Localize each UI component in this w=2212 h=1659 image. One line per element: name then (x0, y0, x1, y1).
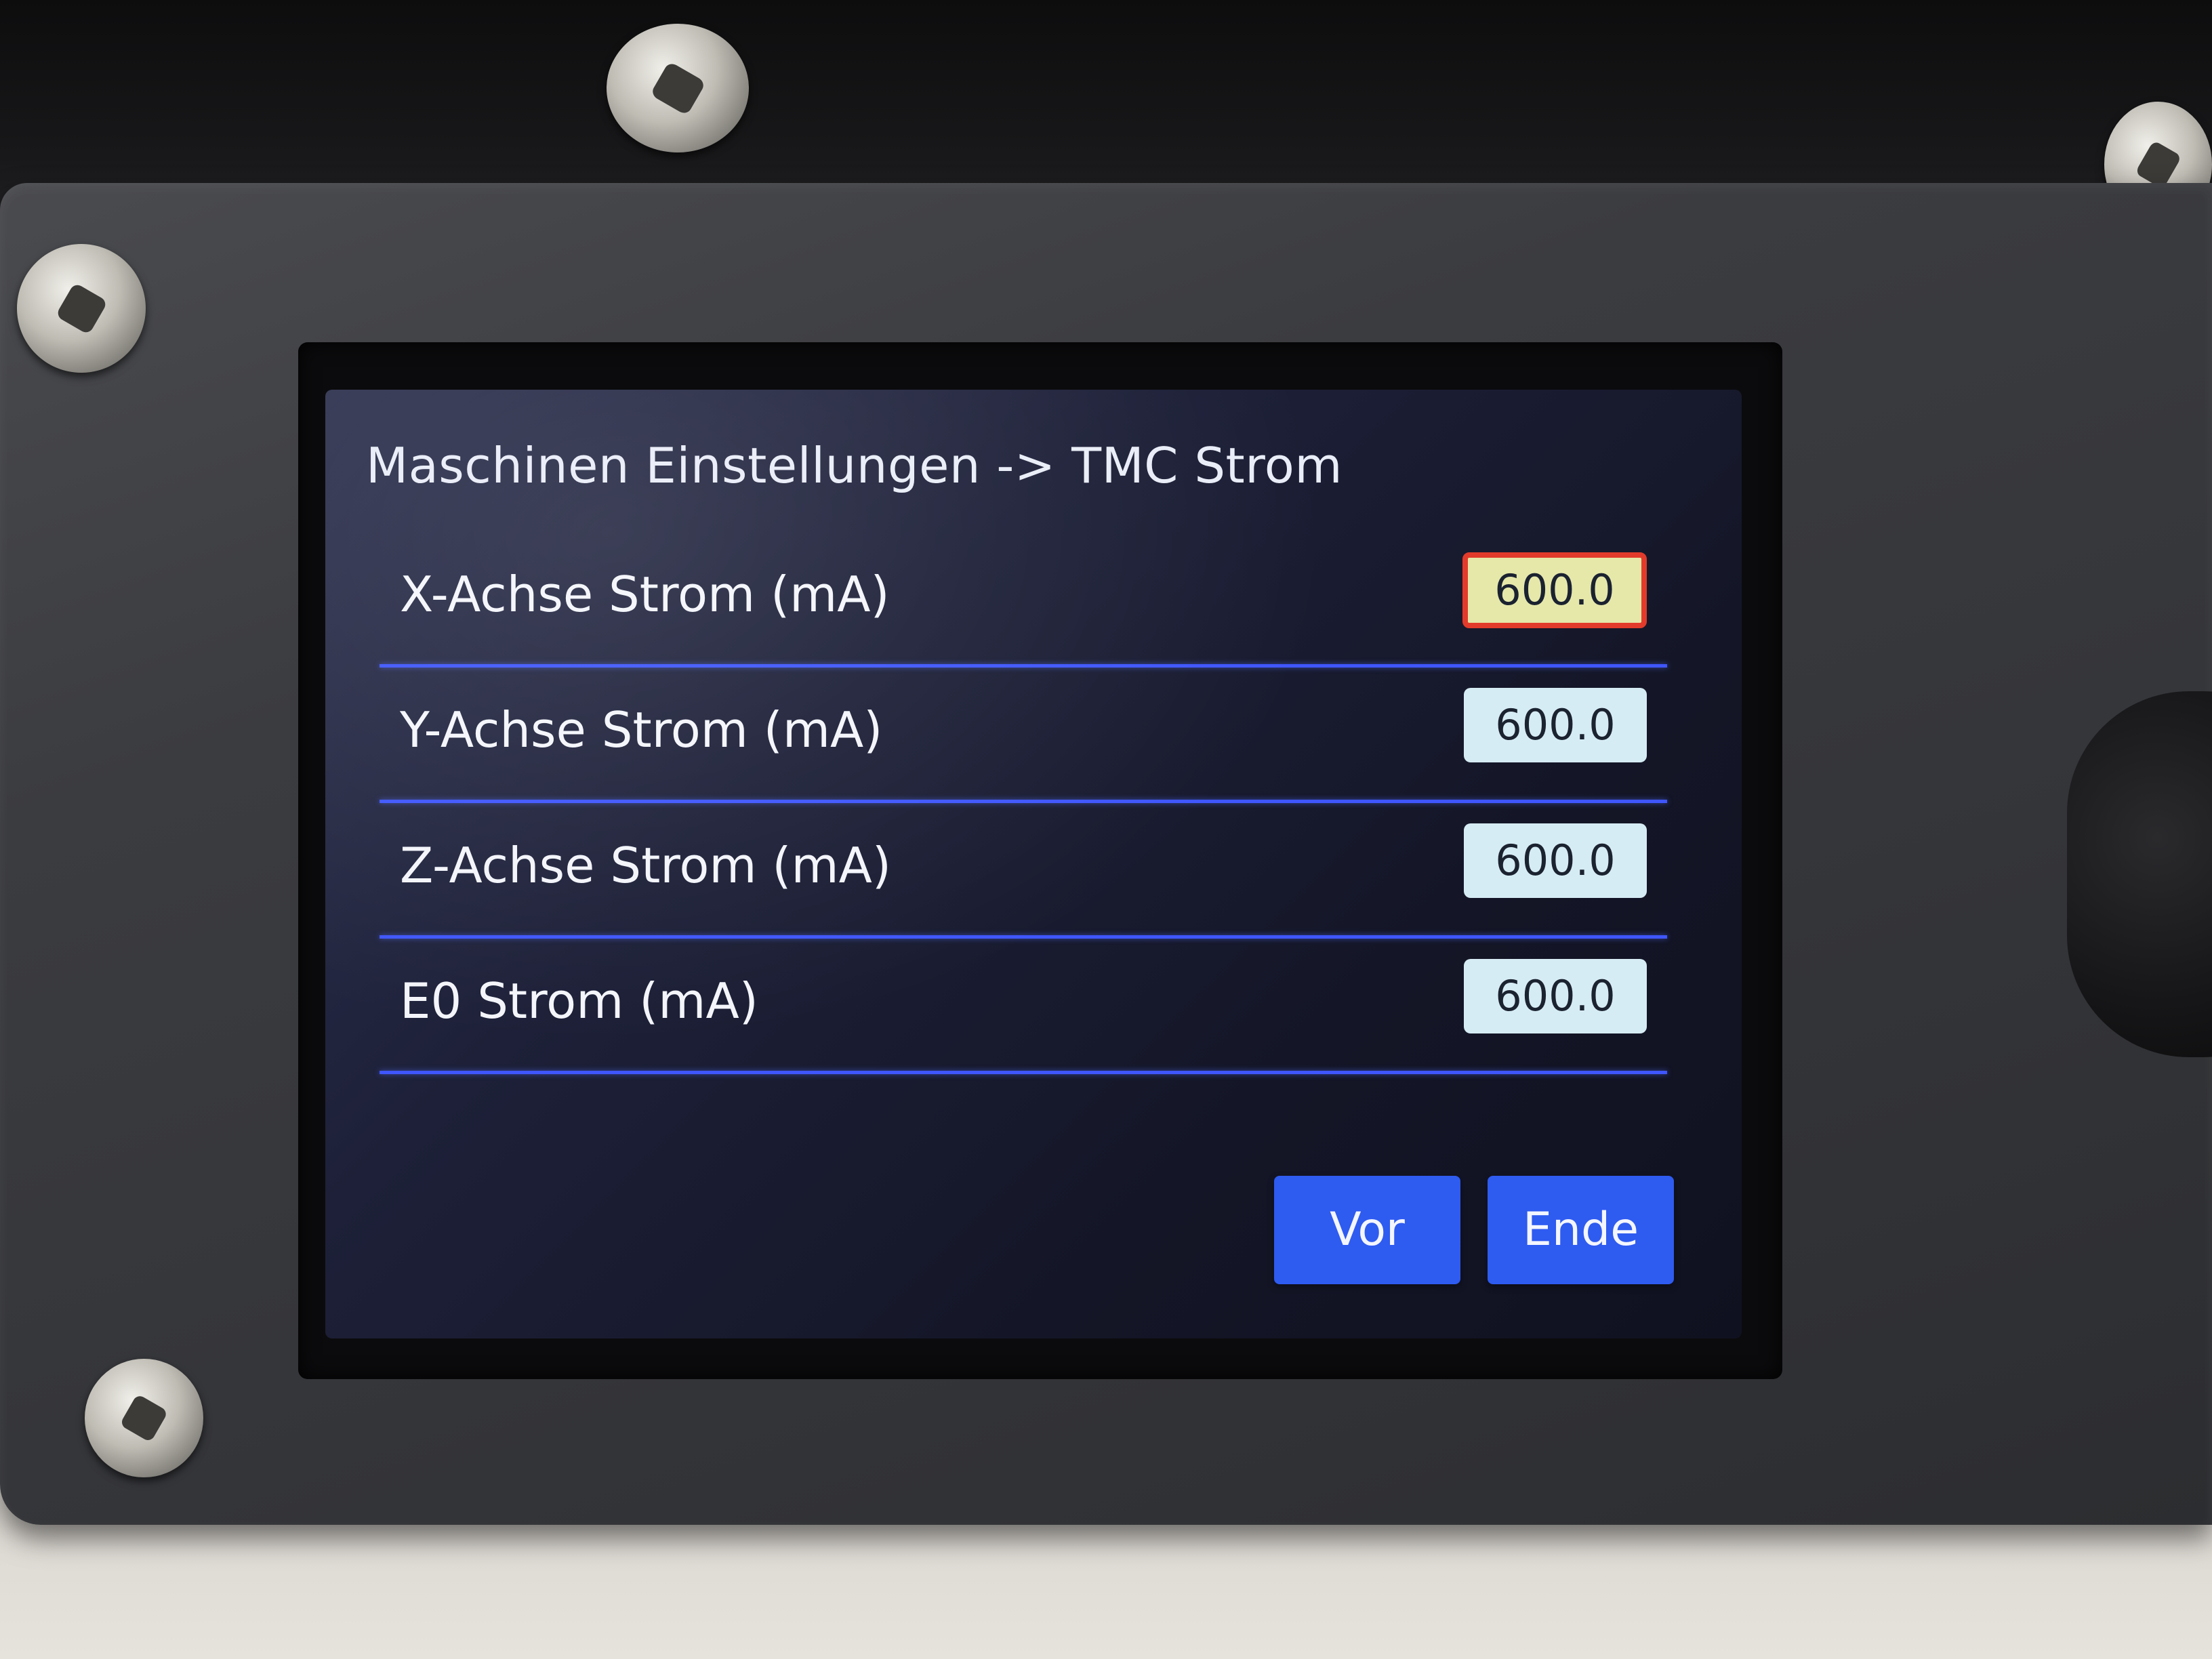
bezel-screw-bottom-left-icon (85, 1359, 203, 1477)
value-field-z-current[interactable]: 600.0 (1464, 823, 1647, 898)
touch-screen: Maschinen Einstellungen -> TMC Strom X-A… (325, 390, 1742, 1338)
setting-label-y-current: Y-Achse Strom (mA) (400, 701, 883, 758)
bezel-screw-top-left-icon (17, 244, 146, 373)
value-field-e0-current[interactable]: 600.0 (1464, 959, 1647, 1033)
row-divider (380, 1071, 1667, 1074)
rotary-encoder-knob[interactable] (2067, 691, 2212, 1057)
exit-button[interactable]: Ende (1488, 1176, 1674, 1284)
setting-label-z-current: Z-Achse Strom (mA) (400, 837, 891, 894)
setting-row-x-current[interactable]: X-Achse Strom (mA) 600.0 (380, 532, 1667, 668)
top-screw-left-icon (607, 24, 749, 152)
setting-row-z-current[interactable]: Z-Achse Strom (mA) 600.0 (380, 803, 1667, 939)
photo-scene: Maschinen Einstellungen -> TMC Strom X-A… (0, 0, 2212, 1659)
setting-row-e0-current[interactable]: E0 Strom (mA) 600.0 (380, 939, 1667, 1074)
setting-label-e0-current: E0 Strom (mA) (400, 972, 758, 1029)
setting-label-x-current: X-Achse Strom (mA) (400, 566, 890, 623)
next-button[interactable]: Vor (1274, 1176, 1460, 1284)
value-field-y-current[interactable]: 600.0 (1464, 688, 1647, 762)
page-title: Maschinen Einstellungen -> TMC Strom (366, 437, 1343, 494)
setting-row-y-current[interactable]: Y-Achse Strom (mA) 600.0 (380, 668, 1667, 803)
value-field-x-current[interactable]: 600.0 (1462, 552, 1647, 628)
